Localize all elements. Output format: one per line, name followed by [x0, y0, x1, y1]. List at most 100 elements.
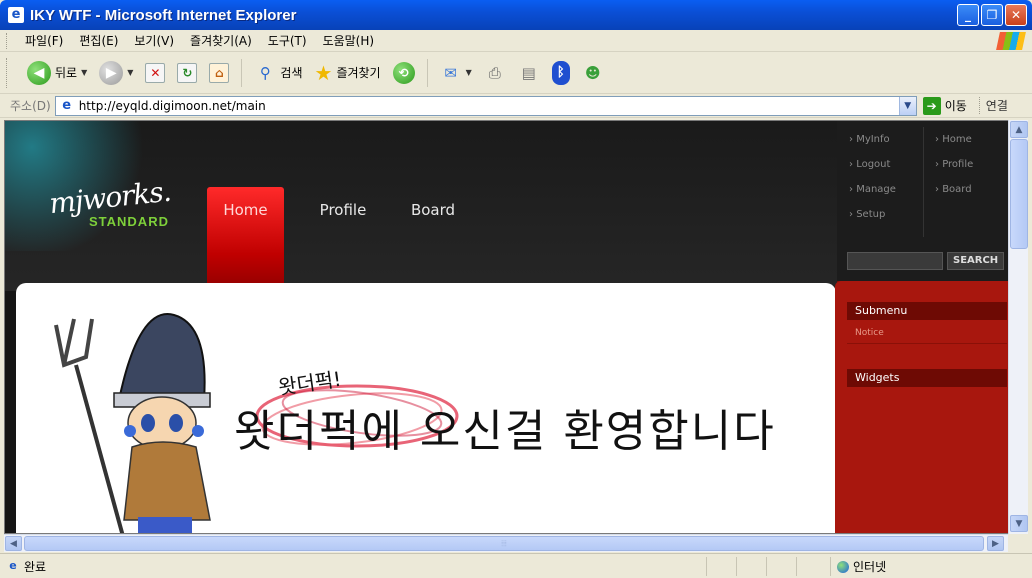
refresh-icon: ↻: [177, 62, 198, 83]
scroll-right-icon[interactable]: ▶: [987, 536, 1004, 551]
menu-favorites[interactable]: 즐겨찾기(A): [182, 32, 260, 49]
security-zone[interactable]: 인터넷: [830, 557, 886, 576]
sidebar-top-panel: › MyInfo › Logout › Manage › Setup › Hom…: [837, 121, 1009, 281]
favorites-button[interactable]: ★ 즐겨찾기: [309, 56, 387, 90]
go-button[interactable]: ➔ 이동: [922, 96, 967, 115]
refresh-button[interactable]: ↻: [171, 56, 203, 90]
messenger-button[interactable]: ☻: [576, 56, 610, 90]
star-icon: ★: [314, 60, 333, 85]
forward-button[interactable]: ▶ ▼: [93, 56, 139, 90]
widgets-header: Widgets: [847, 369, 1007, 387]
home-button[interactable]: ⌂: [203, 56, 235, 90]
submenu-item-notice[interactable]: Notice: [855, 328, 884, 338]
address-field[interactable]: e ▼: [54, 95, 917, 116]
status-cell: [796, 556, 830, 576]
close-button[interactable]: ✕: [1005, 4, 1027, 26]
sidebar-search-button[interactable]: SEARCH: [947, 252, 1005, 270]
vertical-scrollbar[interactable]: ▲ ▼: [1008, 120, 1028, 534]
links-toolbar[interactable]: 연결: [978, 97, 1008, 114]
menu-file[interactable]: 파일(F): [17, 32, 71, 49]
search-button[interactable]: ⚲ 검색: [248, 56, 308, 90]
address-label: 주소(D): [10, 99, 51, 113]
mail-button[interactable]: ✉ ▼: [434, 56, 478, 90]
status-cell: [736, 556, 766, 576]
nav-home[interactable]: Home: [207, 187, 284, 283]
status-cell: [766, 556, 796, 576]
sidebar-site-links: › Home › Profile › Board: [935, 133, 973, 208]
zone-text: 인터넷: [853, 560, 887, 574]
edit-button[interactable]: ▤: [512, 56, 546, 90]
sidebar-account-links: › MyInfo › Logout › Manage › Setup: [849, 133, 896, 233]
sidebar-link-manage[interactable]: › Manage: [849, 183, 896, 208]
page-viewport: mjworks. STANDARD Home Profile Board 왓더퍽…: [4, 120, 1028, 534]
sidebar-link-home[interactable]: › Home: [935, 133, 973, 158]
printer-icon: ⎙: [488, 63, 501, 82]
forward-arrow-icon: ▶: [99, 60, 124, 85]
back-label: 뒤로: [55, 66, 78, 80]
bluetooth-button[interactable]: ᛒ: [546, 56, 576, 90]
right-sidebar: › MyInfo › Logout › Manage › Setup › Hom…: [835, 121, 1009, 533]
address-dropdown-icon[interactable]: ▼: [898, 96, 916, 115]
menu-help[interactable]: 도움말(H): [315, 32, 383, 49]
back-arrow-icon: ◀: [27, 60, 51, 85]
windows-logo-icon: [996, 32, 1026, 50]
magnifier-icon: ⚲: [259, 63, 271, 82]
bluetooth-icon: ᛒ: [551, 60, 570, 85]
status-cell: [706, 556, 736, 576]
address-bar: 주소(D) e ▼ ➔ 이동 연결: [0, 94, 1032, 118]
sidebar-link-profile[interactable]: › Profile: [935, 158, 973, 183]
nav-profile[interactable]: Profile: [298, 187, 388, 283]
sidebar-link-board[interactable]: › Board: [935, 183, 973, 208]
status-bar: e 완료 인터넷: [0, 553, 1032, 578]
sidebar-divider: [923, 127, 924, 237]
maximize-button[interactable]: ❐: [981, 4, 1003, 26]
minimize-button[interactable]: _: [957, 4, 979, 26]
toolbar-grip[interactable]: [6, 57, 9, 88]
search-label: 검색: [280, 66, 303, 80]
internet-globe-icon: [837, 560, 849, 573]
page-icon: e: [62, 97, 72, 113]
back-dropdown-icon[interactable]: ▼: [81, 68, 87, 77]
window-title: IKY WTF - Microsoft Internet Explorer: [30, 6, 297, 24]
print-button[interactable]: ⎙: [478, 56, 512, 90]
ie-app-icon[interactable]: e: [8, 7, 24, 23]
go-arrow-icon: ➔: [922, 96, 941, 115]
horizontal-scroll-thumb[interactable]: ⦙⦙⦙: [24, 536, 984, 551]
favorites-label: 즐겨찾기: [336, 66, 381, 80]
vertical-scroll-thumb[interactable]: [1010, 139, 1028, 249]
forward-dropdown-icon[interactable]: ▼: [127, 68, 133, 77]
sidebar-link-logout[interactable]: › Logout: [849, 158, 896, 183]
home-icon: ⌂: [209, 62, 230, 83]
window-titlebar: e IKY WTF - Microsoft Internet Explorer …: [0, 0, 1032, 30]
menu-edit[interactable]: 편집(E): [71, 32, 126, 49]
back-button[interactable]: ◀ 뒤로 ▼: [21, 56, 93, 90]
status-text-area: e 완료: [0, 558, 600, 575]
horizontal-scrollbar[interactable]: ◀ ⦙⦙⦙ ▶: [4, 534, 1008, 552]
mail-icon: ✉: [444, 63, 457, 82]
scroll-up-icon[interactable]: ▲: [1010, 121, 1028, 138]
history-icon: ⟲: [392, 61, 415, 84]
scrollbar-corner: [1008, 534, 1028, 552]
main-nav: Home Profile Board: [207, 187, 478, 283]
logo-subtitle: STANDARD: [89, 214, 169, 229]
address-input[interactable]: [78, 98, 899, 113]
menu-view[interactable]: 보기(V): [126, 32, 182, 49]
nav-board[interactable]: Board: [388, 187, 478, 283]
scroll-left-icon[interactable]: ◀: [5, 536, 22, 551]
history-button[interactable]: ⟲: [387, 56, 421, 90]
standard-toolbar: ◀ 뒤로 ▼ ▶ ▼ ✕ ↻ ⌂ ⚲ 검색 ★ 즐겨찾기 ⟲ ✉ ▼ ⎙ ▤ ᛒ…: [0, 52, 1032, 94]
page-done-icon: e: [9, 559, 17, 572]
scroll-down-icon[interactable]: ▼: [1010, 515, 1028, 532]
menu-tools[interactable]: 도구(T): [260, 32, 315, 49]
sidebar-search-input[interactable]: [847, 252, 943, 270]
stop-button[interactable]: ✕: [139, 56, 171, 90]
messenger-icon: ☻: [584, 63, 601, 82]
toolbar-separator: [426, 58, 428, 87]
mail-dropdown-icon[interactable]: ▼: [466, 68, 472, 77]
sidebar-link-myinfo[interactable]: › MyInfo: [849, 133, 896, 158]
site-header: mjworks. STANDARD Home Profile Board: [5, 121, 837, 291]
site-logo[interactable]: mjworks. STANDARD: [48, 175, 172, 229]
menubar-grip[interactable]: [6, 32, 9, 49]
sidebar-link-setup[interactable]: › Setup: [849, 208, 896, 233]
welcome-heading: 왓더퍽에 오신걸 환영합니다: [234, 406, 776, 457]
